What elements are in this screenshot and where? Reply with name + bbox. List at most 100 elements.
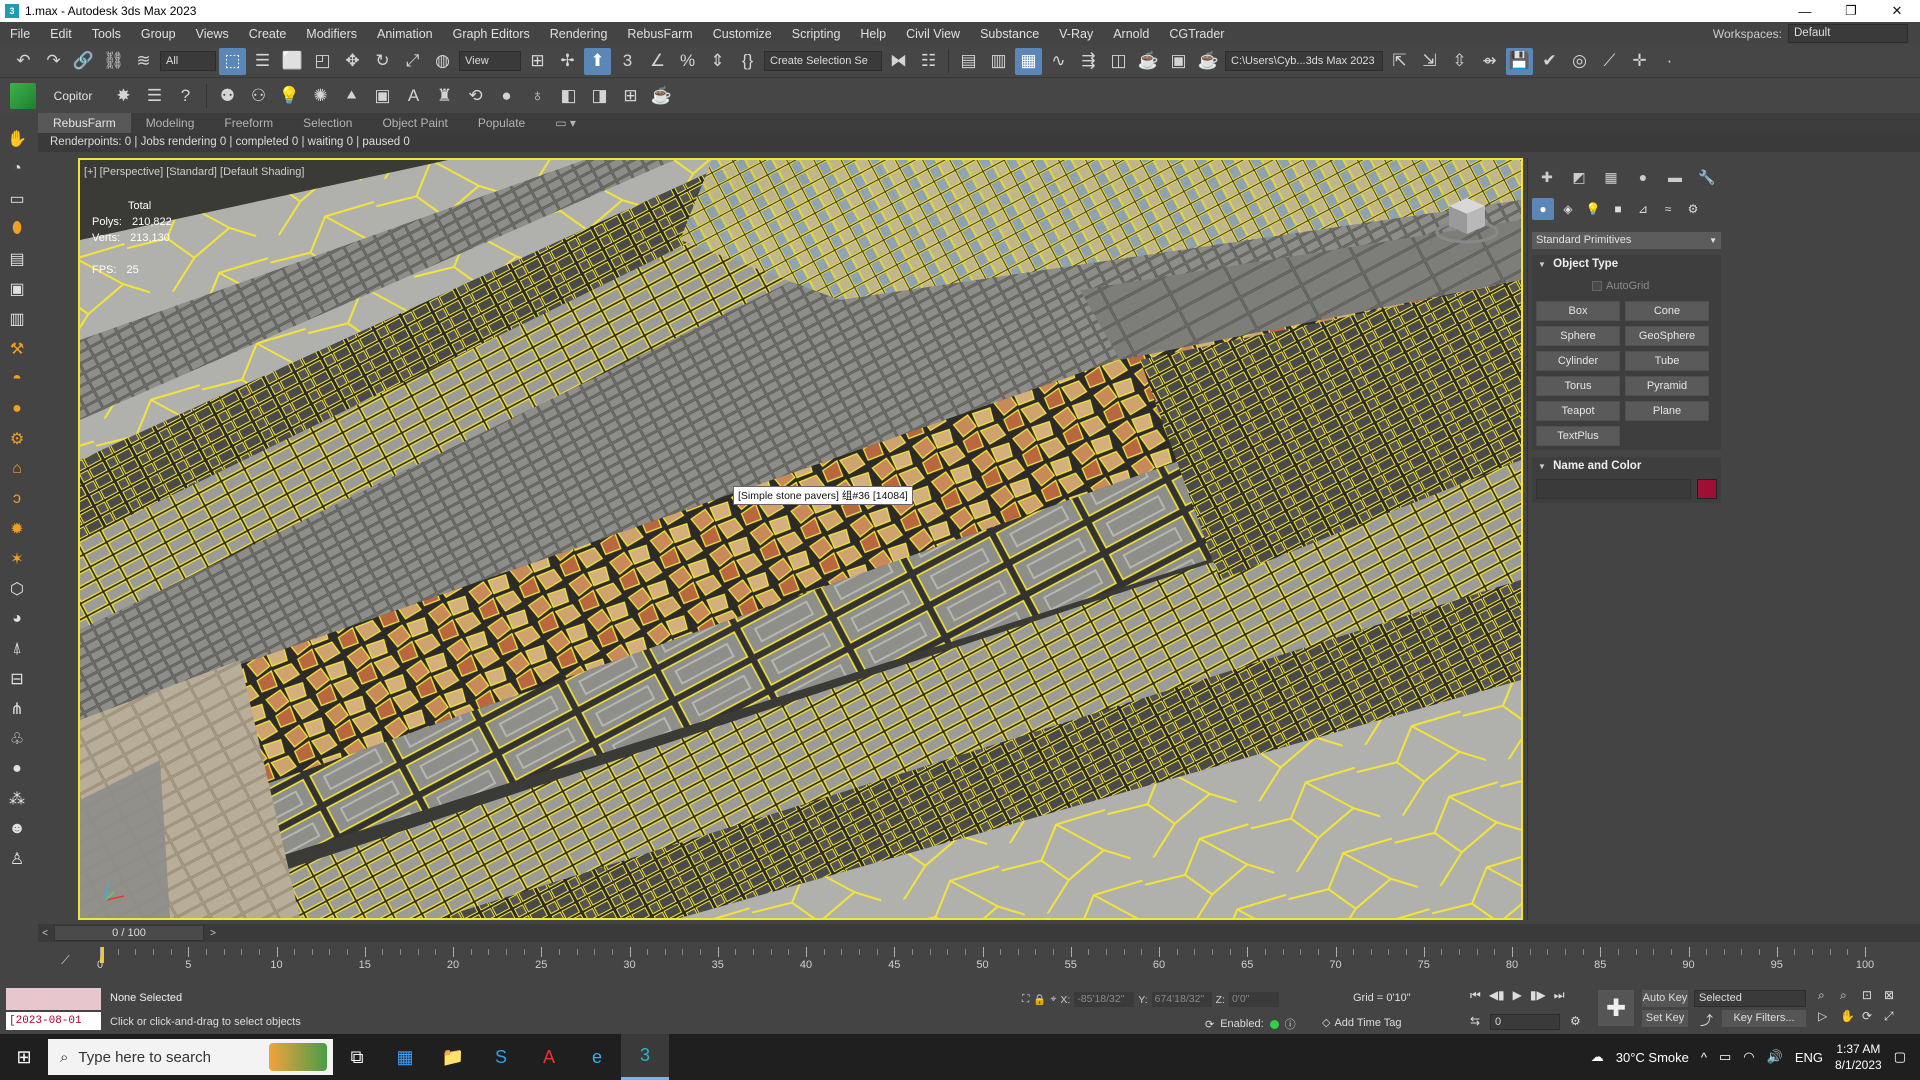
scale-icon[interactable]: ⤢ [399,48,426,75]
menu-arnold[interactable]: Arnold [1103,27,1159,41]
key-filters-button[interactable]: Key Filters... [1722,1010,1806,1027]
rendered-frame-window-icon[interactable]: ▣ [1165,48,1192,75]
calculator-icon[interactable]: ▦ [381,1034,429,1080]
list-icon[interactable]: ☰ [141,83,168,110]
box-button[interactable]: Box [1536,301,1620,321]
create-tab-icon[interactable]: ✚ [1534,166,1560,188]
move-icon[interactable]: ✥ [339,48,366,75]
object-color-swatch[interactable] [1697,479,1717,499]
zoom-extents-all-icon[interactable]: ⊠ [1884,988,1906,1003]
angle-snap-icon[interactable]: ∠ [644,48,671,75]
plane-button[interactable]: Plane [1625,401,1709,421]
tab-populate[interactable]: Populate [463,113,540,133]
lights-icon[interactable]: 💡 [1582,198,1604,220]
cone-button[interactable]: Cone [1625,301,1709,321]
person-icon[interactable]: ♙ [5,847,29,871]
bulb-icon[interactable]: ♁ [524,83,551,110]
redo-icon[interactable]: ↷ [40,48,67,75]
windows-start-icon[interactable]: ⊞ [0,1034,48,1080]
time-slider-thumb[interactable]: 0 / 100 [54,925,204,941]
placement-icon[interactable]: ◍ [429,48,456,75]
mirror-icon[interactable]: ⧓ [885,48,912,75]
pyramid-button[interactable]: Pyramid [1625,376,1709,396]
weather-icon[interactable]: ☁ [1591,1049,1604,1065]
menu-civil-view[interactable]: Civil View [896,27,970,41]
head-icon[interactable]: ☻ [5,817,29,841]
acrobat-icon[interactable]: A [525,1034,573,1080]
grass-icon[interactable]: ⋔ [5,697,29,721]
menu-substance[interactable]: Substance [970,27,1049,41]
menu-cgtrader[interactable]: CGTrader [1159,27,1234,41]
schematic-view-icon[interactable]: ⇶ [1075,48,1102,75]
menu-scripting[interactable]: Scripting [782,27,851,41]
disabled-icon-3[interactable]: ✛ [1626,48,1653,75]
menu-graph-editors[interactable]: Graph Editors [443,27,540,41]
set-key-button[interactable]: Set Key [1642,1010,1688,1027]
chevron-up-icon[interactable]: ^ [1701,1050,1707,1065]
zoom-all-icon[interactable]: ⌕ [1840,988,1862,1003]
spacewarps-icon[interactable]: ≈ [1657,198,1679,220]
layer-explorer-icon[interactable]: ▥ [985,48,1012,75]
key-mode-icon[interactable]: ⇆ [1470,1014,1480,1028]
tab-rebusfarm[interactable]: RebusFarm [38,113,131,133]
dot-icon[interactable]: · [1656,48,1683,75]
align-icon[interactable]: ☷ [915,48,942,75]
cameras-icon[interactable]: ■ [1607,198,1629,220]
modify-tab-icon[interactable]: ◩ [1566,166,1592,188]
project-icon-3[interactable]: ⇳ [1446,48,1473,75]
primitive-category-dropdown[interactable]: Standard Primitives ▼ [1532,232,1721,249]
globe-icon[interactable]: ◕ [5,607,29,631]
display-tab-icon[interactable]: ▬ [1662,166,1688,188]
track-bar-ticks[interactable]: 0 5 10 15 20 25 30 35 40 45 50 55 60 65 70 75 80 85 90 95 10… [97,943,1874,981]
help-icon[interactable]: ? [172,83,199,110]
network-icon[interactable]: ▭ [1719,1049,1731,1065]
close-button[interactable]: ✕ [1874,0,1920,22]
burst-icon[interactable]: ✹ [5,517,29,541]
systems-icon[interactable]: ⚙ [1682,198,1704,220]
go-to-end-icon[interactable]: ⏭ [1554,988,1565,1003]
adaptive-icon[interactable]: ⟳ [1205,1018,1214,1031]
hand-icon[interactable]: ✋ [5,127,29,151]
torus-button[interactable]: Torus [1536,376,1620,396]
textplus-button[interactable]: TextPlus [1536,426,1620,446]
isolate-icon[interactable]: ⛶ [1022,993,1029,1006]
minimize-button[interactable]: — [1782,0,1828,22]
frame-icon-2[interactable]: ◨ [586,83,613,110]
perspective-viewport[interactable]: [+] [Perspective] [Standard] [Default Sh… [78,158,1523,920]
curve-editor-icon[interactable]: ∿ [1045,48,1072,75]
unlink-icon[interactable]: ⛓ [100,48,127,75]
teapot-icon[interactable]: ☕ [648,83,675,110]
taskbar-search[interactable]: ⌕ Type here to search [48,1039,333,1075]
render-production-icon[interactable]: ☕ [1195,48,1222,75]
hierarchy-tab-icon[interactable]: ▦ [1598,166,1624,188]
sphere-tool-icon[interactable]: ● [5,757,29,781]
play-icon[interactable]: ▶ [1513,988,1522,1003]
selection-filter-dropdown[interactable]: All [160,51,216,71]
y-field[interactable]: 674'18/32" [1151,992,1212,1007]
select-manipulate-icon[interactable]: ✢ [554,48,581,75]
tube-button[interactable]: Tube [1625,351,1709,371]
object-type-header[interactable]: ▼ Object Type [1532,255,1721,273]
rotate-icon[interactable]: ↻ [369,48,396,75]
lock-icon[interactable]: 🔒 [1033,993,1046,1006]
project-icon-2[interactable]: ⇲ [1416,48,1443,75]
cylinder-button[interactable]: Cylinder [1536,351,1620,371]
time-slider-next-button[interactable]: > [206,925,220,941]
viewcube-icon[interactable] [1435,188,1499,248]
undo-icon[interactable]: ↶ [10,48,37,75]
geometry-icon[interactable]: ● [1532,198,1554,220]
spinner-snap-icon[interactable]: ⇕ [704,48,731,75]
sphere-icon[interactable]: ● [493,83,520,110]
snaps-toggle-icon[interactable]: 3 [614,48,641,75]
select-object-icon[interactable]: ⬚ [219,47,246,75]
key-selection-dropdown[interactable]: Selected [1694,990,1806,1007]
info-icon[interactable]: ⓘ [1285,1016,1296,1032]
star-icon[interactable]: ✶ [5,547,29,571]
ladder-icon[interactable]: ⊟ [5,667,29,691]
previous-frame-icon[interactable]: ◀▮ [1489,988,1505,1003]
hook-icon[interactable]: ↄ [5,487,29,511]
task-view-icon[interactable]: ⧉ [333,1034,381,1080]
lamp-icon[interactable]: ⌂ [5,457,29,481]
percent-snap-icon[interactable]: % [674,48,701,75]
time-config-icon[interactable]: ⚙ [1570,1014,1581,1028]
